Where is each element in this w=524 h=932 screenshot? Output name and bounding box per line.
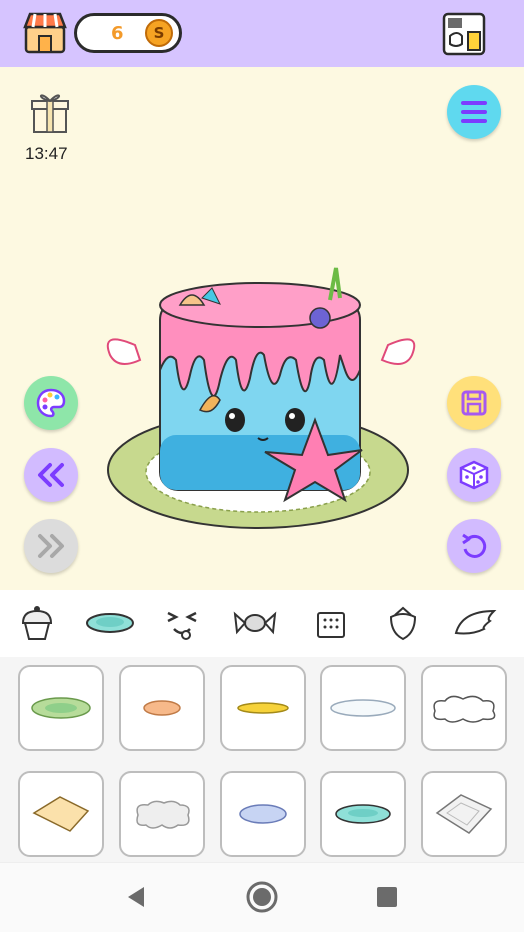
face-icon [167, 611, 197, 640]
shop-icon[interactable] [22, 10, 68, 56]
cracker-icon [317, 612, 345, 638]
previous-button[interactable] [24, 448, 78, 502]
item-teal-plate[interactable] [320, 771, 406, 857]
palette-button[interactable] [24, 376, 78, 430]
gift-icon[interactable] [30, 90, 70, 134]
item-cloud-paper[interactable] [119, 771, 205, 857]
double-chevron-left-icon [38, 463, 64, 487]
item-parchment-paper[interactable] [18, 771, 104, 857]
tab-cupcake[interactable] [12, 598, 62, 648]
menu-icon [461, 101, 487, 123]
top-bar: 6 S [0, 0, 524, 67]
strawberry-icon [389, 606, 417, 641]
tab-plate[interactable] [85, 598, 135, 648]
tab-strawberry[interactable] [378, 598, 428, 648]
coin-symbol: S [153, 24, 165, 42]
item-blue-plate[interactable] [220, 771, 306, 857]
item-grid [0, 657, 524, 862]
tab-candy[interactable] [230, 598, 280, 648]
wing-icon [454, 609, 497, 635]
tab-wing[interactable] [450, 598, 500, 648]
back-icon[interactable] [124, 885, 148, 909]
kitchen-appliance-icon[interactable] [440, 10, 488, 58]
coin-count: 6 [111, 23, 124, 44]
save-button[interactable] [447, 376, 501, 430]
gift-timer: 13:47 [25, 144, 68, 163]
item-white-plate[interactable] [320, 665, 406, 751]
home-icon[interactable] [246, 881, 278, 913]
dice-icon [459, 460, 489, 490]
cake-canvas[interactable] [100, 260, 430, 550]
wing-left [106, 338, 142, 365]
tab-cracker[interactable] [305, 598, 355, 648]
cupcake-icon [21, 606, 53, 640]
item-orange-plate[interactable] [119, 665, 205, 751]
next-button[interactable] [24, 519, 78, 573]
coin-counter: 6 S [74, 13, 182, 53]
recents-icon[interactable] [376, 886, 398, 908]
menu-button[interactable] [447, 85, 501, 139]
double-chevron-right-icon [38, 534, 64, 558]
category-tabs [0, 590, 524, 657]
tab-face[interactable] [157, 598, 207, 648]
save-icon [461, 390, 487, 416]
cake-eye-left [225, 408, 245, 432]
wing-right [380, 338, 416, 365]
undo-icon [462, 533, 487, 558]
plate-icon [86, 613, 134, 633]
system-nav-bar [0, 862, 524, 932]
coin-icon: S [145, 19, 173, 47]
palette-icon [36, 388, 66, 418]
cake-eye-right [285, 408, 305, 432]
item-cloud-outline[interactable] [421, 665, 507, 751]
item-green-plate[interactable] [18, 665, 104, 751]
item-doily-paper[interactable] [421, 771, 507, 857]
candy-icon [233, 611, 277, 635]
item-gold-plate[interactable] [220, 665, 306, 751]
undo-button[interactable] [447, 519, 501, 573]
randomize-button[interactable] [447, 448, 501, 502]
